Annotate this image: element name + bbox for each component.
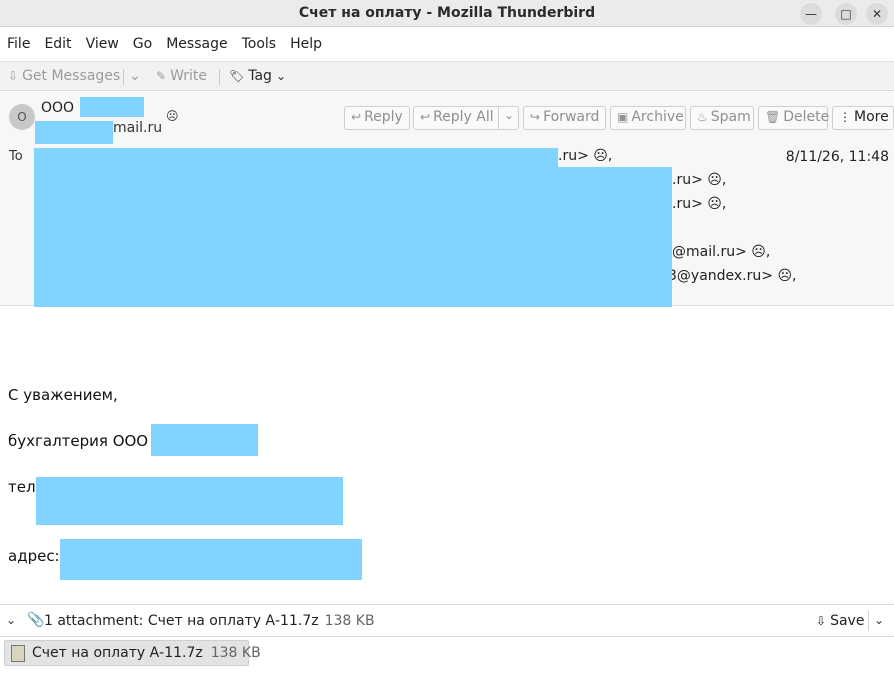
forward-icon: ↪ [530, 110, 541, 124]
get-messages-button[interactable]: ⇩ Get Messages [8, 68, 120, 84]
chevron-down-icon: ⌄ [504, 108, 515, 122]
more-icon: ⋮ [839, 110, 851, 124]
trash-icon: 🗑 [765, 110, 781, 124]
message-date: 8/11/26, 11:48 [785, 149, 889, 165]
menu-message[interactable]: Message [159, 32, 234, 58]
get-messages-label: Get Messages [22, 68, 121, 84]
redacted-recipients [34, 167, 672, 307]
body-address-label: адрес: [8, 547, 60, 565]
spam-label: Spam [710, 109, 751, 125]
minimize-button[interactable]: — [800, 3, 822, 25]
write-button[interactable]: ✎ Write [156, 68, 207, 84]
chevron-down-icon: ⌄ [129, 68, 141, 84]
reply-button[interactable]: ↩ Reply [344, 106, 410, 130]
get-messages-dropdown[interactable]: ⌄ [129, 68, 141, 84]
tag-label: Tag [248, 68, 272, 84]
menu-view[interactable]: View [79, 32, 126, 58]
menu-tools[interactable]: Tools [235, 32, 284, 58]
tag-button[interactable]: 🏷 Tag ⌄ [229, 68, 286, 84]
redacted-sender-email [35, 121, 113, 144]
redacted-sender-name [80, 97, 144, 117]
attachment-item[interactable]: Счет на оплату А-11.7z 138 KB [4, 640, 261, 666]
to-label: To [9, 149, 23, 164]
delete-label: Delete [783, 109, 830, 125]
flame-icon: ♨ [697, 110, 708, 124]
archive-button[interactable]: ▣ Archive [610, 106, 686, 130]
menu-bar: File Edit View Go Message Tools Help [0, 32, 894, 58]
download-icon: ⇩ [8, 69, 19, 83]
sender-name[interactable]: ООО [41, 100, 74, 116]
more-button[interactable]: ⋮ More [832, 106, 894, 130]
recipient[interactable]: .ru> ☹, [558, 148, 612, 164]
reply-all-icon: ↩ [420, 110, 431, 124]
archive-file-icon [11, 645, 25, 662]
recipient[interactable]: .ru> ☹, [672, 172, 726, 188]
attachment-summary-text: 1 attachment: Счет на оплату А-11.7z [44, 613, 319, 629]
menu-go[interactable]: Go [126, 32, 159, 58]
menu-help[interactable]: Help [283, 32, 329, 58]
button-divider [498, 107, 499, 129]
pencil-icon: ✎ [156, 69, 167, 83]
spam-button[interactable]: ♨ Spam [690, 106, 754, 130]
archive-icon: ▣ [617, 110, 629, 124]
body-company: бухгалтерия ООО [8, 432, 149, 450]
window-titlebar: Счет на оплату - Mozilla Thunderbird — □… [0, 0, 894, 27]
reply-all-label: Reply All [433, 109, 494, 125]
redacted-address [60, 539, 362, 580]
recipient[interactable]: 3@yandex.ru> ☹, [668, 268, 797, 284]
attachment-bar: ⌄ 📎 1 attachment: Счет на оплату А-11.7z… [0, 604, 894, 636]
chevron-down-icon: ⌄ [275, 69, 286, 83]
redacted-phone [36, 477, 343, 525]
menu-edit[interactable]: Edit [37, 32, 78, 58]
message-header: O ООО ☹ mail.ru ↩ Reply ↩ Reply All ⌄ ↪ For… [0, 92, 894, 307]
sender-email-suffix[interactable]: mail.ru [113, 120, 162, 136]
tag-icon: 🏷 [229, 69, 245, 83]
toolbar-divider [123, 69, 124, 85]
recipient[interactable]: .ru> ☹, [672, 196, 726, 212]
paperclip-icon: 📎 [27, 612, 45, 628]
toolbar-divider [868, 611, 869, 631]
chevron-down-icon[interactable]: ⌄ [874, 613, 884, 627]
window-title: Счет на оплату - Mozilla Thunderbird [298, 5, 596, 21]
menu-file[interactable]: File [0, 32, 37, 58]
forward-label: Forward [543, 109, 600, 125]
attachment-summary[interactable]: 1 attachment: Счет на оплату А-11.7z 138 … [44, 613, 375, 629]
attachment-list: Счет на оплату А-11.7z 138 KB [0, 636, 894, 673]
recipient[interactable]: @mail.ru> ☹, [672, 244, 770, 260]
attachment-summary-size: 138 KB [324, 613, 375, 629]
forward-button[interactable]: ↪ Forward [523, 106, 606, 130]
redacted-recipients [34, 148, 558, 168]
redacted-company-name [151, 424, 258, 456]
maximize-button[interactable]: □ [835, 3, 857, 25]
avatar: O [9, 104, 35, 130]
more-label: More [854, 109, 889, 125]
archive-label: Archive [631, 109, 684, 125]
reply-all-button[interactable]: ↩ Reply All ⌄ [413, 106, 519, 130]
body-regards: С уважением, [8, 386, 118, 404]
main-toolbar: ⇩ Get Messages ⌄ ✎ Write 🏷 Tag ⌄ [0, 61, 894, 91]
attachment-name: Счет на оплату А-11.7z [32, 645, 203, 661]
close-button[interactable]: ✕ [866, 3, 888, 25]
download-icon: ⇩ [816, 614, 827, 628]
reply-label: Reply [364, 109, 403, 125]
attachment-size: 138 KB [210, 645, 261, 661]
save-attachment-button[interactable]: ⇩ Save [816, 613, 864, 629]
contact-icon[interactable]: ☹ [166, 109, 179, 123]
save-label: Save [830, 613, 865, 629]
reply-icon: ↩ [351, 110, 362, 124]
chevron-down-icon[interactable]: ⌄ [6, 613, 16, 627]
write-label: Write [170, 68, 208, 84]
delete-button[interactable]: 🗑 Delete [758, 106, 830, 130]
toolbar-divider [219, 69, 220, 85]
